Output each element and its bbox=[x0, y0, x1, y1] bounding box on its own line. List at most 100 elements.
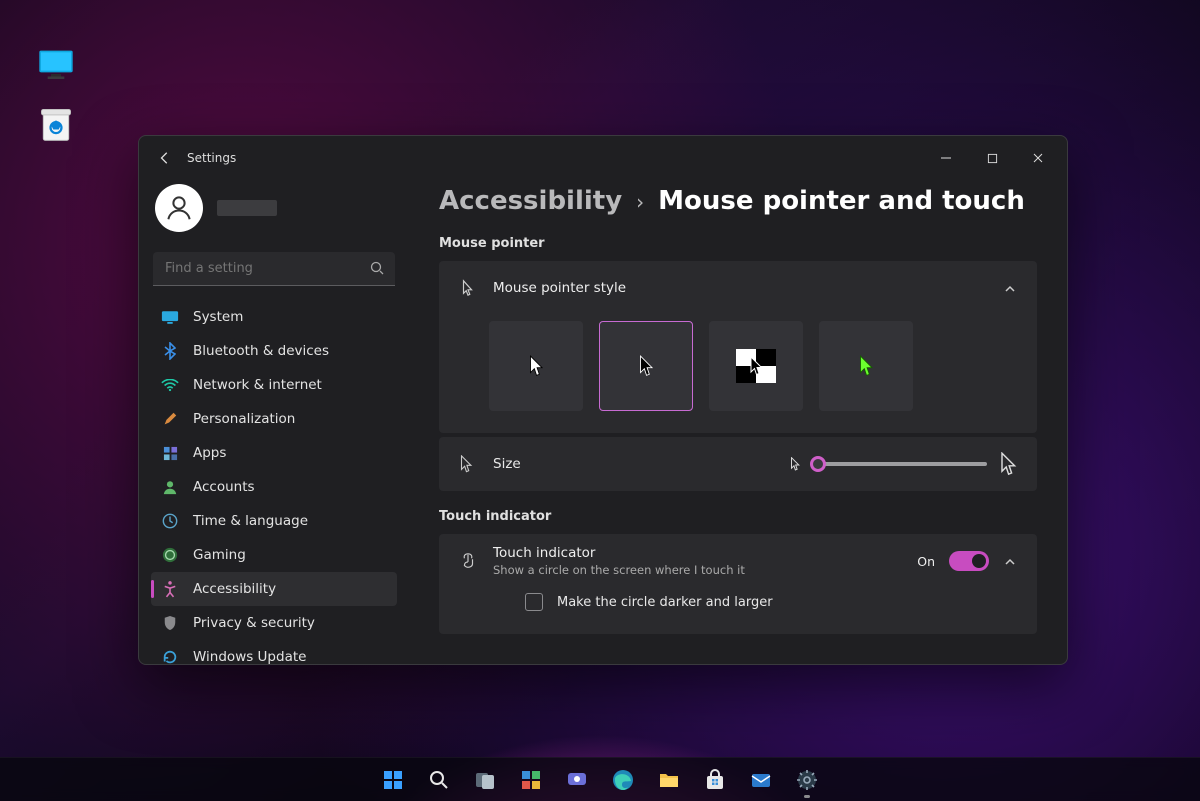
sidebar-item-privacy[interactable]: Privacy & security bbox=[151, 606, 397, 640]
search-box[interactable] bbox=[153, 252, 395, 286]
sidebar-item-accessibility[interactable]: Accessibility bbox=[151, 572, 397, 606]
taskbar-task-view[interactable] bbox=[465, 760, 505, 800]
wifi-icon bbox=[161, 376, 179, 394]
sidebar-item-accounts[interactable]: Accounts bbox=[151, 470, 397, 504]
profile-block[interactable] bbox=[151, 180, 397, 250]
mouse-pointer-style-header[interactable]: Mouse pointer style bbox=[459, 261, 1017, 315]
cursor-large-icon bbox=[999, 452, 1017, 476]
taskbar-chat[interactable] bbox=[557, 760, 597, 800]
taskbar bbox=[0, 757, 1200, 801]
shield-icon bbox=[161, 614, 179, 632]
search-icon bbox=[369, 260, 385, 280]
pointer-style-black[interactable] bbox=[599, 321, 693, 411]
edge-icon bbox=[611, 768, 635, 792]
cursor-inverted-icon bbox=[749, 356, 763, 376]
pointer-size-slider[interactable] bbox=[812, 462, 987, 466]
avatar bbox=[155, 184, 203, 232]
sidebar-item-label: Accounts bbox=[193, 479, 255, 495]
desktop: Settings bbox=[0, 0, 1200, 801]
sidebar-item-label: System bbox=[193, 309, 243, 325]
taskbar-mail[interactable] bbox=[741, 760, 781, 800]
mouse-pointer-style-card: Mouse pointer style bbox=[439, 261, 1037, 433]
cursor-black-icon bbox=[638, 355, 654, 377]
sidebar-item-network[interactable]: Network & internet bbox=[151, 368, 397, 402]
slider-wrap bbox=[790, 452, 1017, 476]
sidebar-item-personalization[interactable]: Personalization bbox=[151, 402, 397, 436]
taskbar-settings[interactable] bbox=[787, 760, 827, 800]
sidebar-item-label: Bluetooth & devices bbox=[193, 343, 329, 359]
sidebar-item-time-language[interactable]: Time & language bbox=[151, 504, 397, 538]
section-mouse-pointer-label: Mouse pointer bbox=[439, 236, 1037, 251]
pointer-style-custom[interactable] bbox=[819, 321, 913, 411]
chat-icon bbox=[565, 768, 589, 792]
clock-icon bbox=[161, 512, 179, 530]
touch-darker-larger-row[interactable]: Make the circle darker and larger bbox=[459, 588, 1017, 634]
touch-darker-larger-checkbox[interactable] bbox=[525, 593, 543, 611]
pointer-style-grid bbox=[459, 315, 1017, 433]
window-controls bbox=[923, 142, 1061, 174]
bluetooth-icon bbox=[161, 342, 179, 360]
minimize-button[interactable] bbox=[923, 142, 969, 174]
desktop-icon-recycle-bin[interactable] bbox=[32, 104, 80, 144]
cursor-size-icon bbox=[459, 455, 477, 473]
taskbar-start[interactable] bbox=[373, 760, 413, 800]
breadcrumb-parent[interactable]: Accessibility bbox=[439, 186, 622, 216]
search-input[interactable] bbox=[153, 252, 395, 286]
taskbar-explorer[interactable] bbox=[649, 760, 689, 800]
slider-thumb[interactable] bbox=[810, 456, 826, 472]
back-button[interactable] bbox=[157, 150, 173, 166]
touch-indicator-subtitle: Show a circle on the screen where I touc… bbox=[493, 563, 745, 577]
touch-indicator-header[interactable]: Touch indicator Show a circle on the scr… bbox=[459, 534, 1017, 588]
settings-window: Settings bbox=[138, 135, 1068, 665]
minimize-icon bbox=[940, 152, 952, 164]
touch-toggle-label: On bbox=[917, 554, 935, 569]
breadcrumb: Accessibility › Mouse pointer and touch bbox=[439, 180, 1037, 230]
update-icon bbox=[161, 648, 179, 664]
breadcrumb-separator: › bbox=[636, 190, 644, 214]
sidebar: System Bluetooth & devices Network & int… bbox=[139, 180, 409, 664]
store-icon bbox=[703, 768, 727, 792]
cursor-small-icon bbox=[790, 457, 800, 471]
arrow-left-icon bbox=[158, 151, 172, 165]
gear-icon bbox=[795, 768, 819, 792]
sidebar-item-gaming[interactable]: Gaming bbox=[151, 538, 397, 572]
sidebar-item-apps[interactable]: Apps bbox=[151, 436, 397, 470]
close-icon bbox=[1032, 152, 1044, 164]
main-content: Accessibility › Mouse pointer and touch … bbox=[409, 180, 1067, 664]
sidebar-item-label: Network & internet bbox=[193, 377, 322, 393]
pointer-style-white[interactable] bbox=[489, 321, 583, 411]
sidebar-item-bluetooth[interactable]: Bluetooth & devices bbox=[151, 334, 397, 368]
touch-darker-larger-label: Make the circle darker and larger bbox=[557, 595, 773, 610]
maximize-button[interactable] bbox=[969, 142, 1015, 174]
titlebar: Settings bbox=[139, 136, 1067, 180]
chevron-up-icon bbox=[1003, 281, 1017, 295]
cursor-white-icon bbox=[528, 355, 544, 377]
folder-icon bbox=[657, 768, 681, 792]
pointer-style-inverted[interactable] bbox=[709, 321, 803, 411]
close-button[interactable] bbox=[1015, 142, 1061, 174]
touch-indicator-toggle[interactable] bbox=[949, 551, 989, 571]
system-icon bbox=[161, 308, 179, 326]
brush-icon bbox=[161, 410, 179, 428]
apps-icon bbox=[161, 444, 179, 462]
sidebar-item-system[interactable]: System bbox=[151, 300, 397, 334]
widgets-icon bbox=[519, 768, 543, 792]
sidebar-item-label: Apps bbox=[193, 445, 226, 461]
sidebar-item-label: Personalization bbox=[193, 411, 295, 427]
pointer-size-label: Size bbox=[493, 456, 521, 472]
gaming-icon bbox=[161, 546, 179, 564]
desktop-icon-this-pc[interactable] bbox=[32, 44, 80, 84]
window-title: Settings bbox=[187, 151, 236, 165]
sidebar-item-windows-update[interactable]: Windows Update bbox=[151, 640, 397, 664]
touch-indicator-card: Touch indicator Show a circle on the scr… bbox=[439, 534, 1037, 634]
taskbar-widgets[interactable] bbox=[511, 760, 551, 800]
task-view-icon bbox=[473, 768, 497, 792]
taskbar-store[interactable] bbox=[695, 760, 735, 800]
sidebar-item-label: Privacy & security bbox=[193, 615, 315, 631]
accounts-icon bbox=[161, 478, 179, 496]
start-icon bbox=[381, 768, 405, 792]
taskbar-search[interactable] bbox=[419, 760, 459, 800]
page-title: Mouse pointer and touch bbox=[658, 186, 1025, 216]
sidebar-item-label: Windows Update bbox=[193, 649, 306, 664]
taskbar-edge[interactable] bbox=[603, 760, 643, 800]
